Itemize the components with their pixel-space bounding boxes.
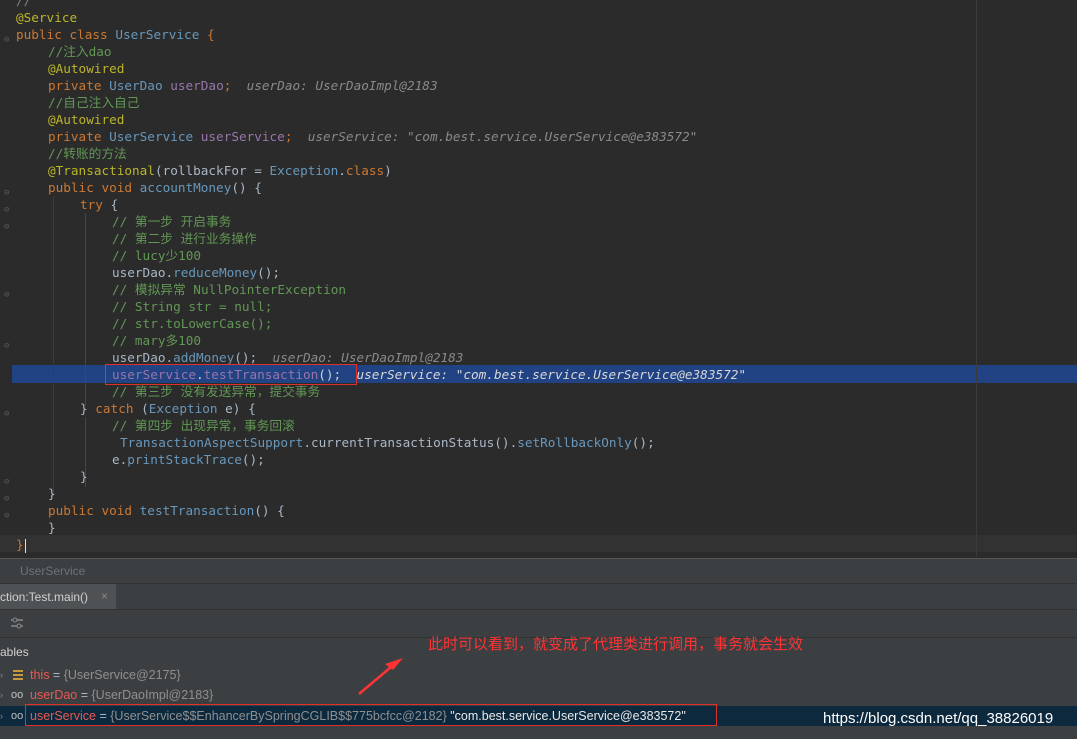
variables-title: ables	[0, 645, 29, 659]
fold-icon[interactable]: ⊖	[4, 206, 13, 215]
code-line: private UserService userService; userSer…	[48, 129, 698, 144]
indent-guide	[53, 196, 54, 496]
code-line: // 第二步 进行业务操作	[112, 231, 257, 246]
inline-debug-value: userDao: UserDaoImpl@2183	[246, 78, 438, 93]
code-line: //注入dao	[48, 44, 112, 59]
text-caret	[24, 538, 26, 553]
expand-icon[interactable]: ›	[0, 665, 3, 685]
code-line: }	[48, 520, 56, 535]
code-line: public void accountMoney() {	[48, 180, 262, 195]
code-line: public void testTransaction() {	[48, 503, 285, 518]
right-margin-guide	[976, 0, 977, 556]
current-line-highlight	[0, 535, 1077, 552]
variable-value: {UserDaoImpl@2183}	[91, 688, 214, 702]
indent-guide	[85, 213, 86, 406]
expand-icon[interactable]: ›	[0, 685, 3, 705]
inline-debug-value: userService: "com.best.service.UserServi…	[356, 367, 747, 382]
annotation-note: 此时可以看到，就变成了代理类进行调用，事务就会生效	[428, 635, 804, 653]
code-line: // str.toLowerCase();	[112, 316, 273, 331]
highlight-box	[25, 704, 717, 726]
variable-name: this	[30, 668, 50, 682]
code-line: // 第三步 没有发送异常，提交事务	[112, 384, 321, 399]
variable-row[interactable]: › oo userDao = {UserDaoImpl@2183}	[0, 685, 1077, 705]
frame-tab[interactable]: ction:Test.main() ×	[0, 584, 116, 610]
highlight-box	[105, 364, 357, 385]
watermark: https://blog.csdn.net/qq_38826019	[823, 710, 1054, 727]
code-line: // 模拟异常 NullPointerException	[112, 282, 347, 297]
breadcrumb-item[interactable]: UserService	[20, 564, 85, 578]
code-line: @Autowired	[48, 61, 125, 76]
code-line: private UserDao userDao; userDao: UserDa…	[48, 78, 438, 93]
code-line: }	[80, 469, 88, 484]
fold-icon[interactable]: ⊖	[4, 189, 13, 198]
code-line: // mary多100	[112, 333, 202, 348]
fold-icon[interactable]: ⊖	[4, 478, 13, 487]
variables-panel[interactable]: › this = {UserService@2175} › oo userDao…	[0, 663, 1077, 739]
fold-icon[interactable]: ⊖	[4, 36, 13, 45]
code-line: //转账的方法	[48, 146, 127, 161]
code-line: @Transactional(rollbackFor = Exception.c…	[48, 163, 392, 178]
close-icon[interactable]: ×	[101, 589, 108, 603]
code-editor[interactable]: ⊖ ⊖ ⊖ ⊖ ⊖ ⊖ ⊖ ⊖ ⊖ ⊖ // @Service public c…	[0, 0, 1077, 556]
inline-debug-value: userDao: UserDaoImpl@2183	[272, 350, 464, 365]
code-line: userDao.reduceMoney();	[112, 265, 281, 280]
code-line: //	[16, 0, 32, 8]
watch-icon: oo	[11, 689, 24, 701]
code-line: TransactionAspectSupport.currentTransact…	[120, 435, 655, 450]
fold-icon[interactable]: ⊖	[4, 342, 13, 351]
fold-icon[interactable]: ⊖	[4, 410, 13, 419]
settings-icon[interactable]	[10, 617, 24, 629]
expand-icon[interactable]: ›	[0, 706, 3, 726]
fold-icon[interactable]: ⊖	[4, 495, 13, 504]
fold-icon[interactable]: ⊖	[4, 291, 13, 300]
variable-name: userDao	[30, 688, 78, 702]
code-line: //自己注入自己	[48, 95, 140, 110]
watch-icon: oo	[11, 710, 24, 722]
code-line: }	[48, 486, 56, 501]
frames-bar: ction:Test.main() ×	[0, 583, 1077, 610]
breadcrumb[interactable]: UserService	[0, 558, 1077, 583]
fold-icon[interactable]: ⊖	[4, 512, 13, 521]
field-icon	[13, 670, 23, 680]
code-line: }	[16, 537, 26, 553]
inline-debug-value: userService: "com.best.service.UserServi…	[307, 129, 698, 144]
code-line: // String str = null;	[112, 299, 273, 314]
variable-value: {UserService@2175}	[63, 668, 181, 682]
code-line: @Service	[16, 10, 78, 25]
code-line: // 第四步 出现异常，事务回滚	[112, 418, 295, 433]
fold-icon[interactable]: ⊖	[4, 223, 13, 232]
code-line: // lucy少100	[112, 248, 202, 263]
frame-tab-label: ction:Test.main()	[0, 590, 89, 604]
code-line: try {	[80, 197, 119, 212]
code-line: public class UserService {	[16, 27, 215, 42]
code-line: // 第一步 开启事务	[112, 214, 232, 229]
arrow-icon	[358, 658, 403, 695]
code-line: e.printStackTrace();	[112, 452, 265, 467]
code-line: @Autowired	[48, 112, 125, 127]
variable-row[interactable]: › this = {UserService@2175}	[0, 665, 1077, 685]
code-line: } catch (Exception e) {	[80, 401, 256, 416]
